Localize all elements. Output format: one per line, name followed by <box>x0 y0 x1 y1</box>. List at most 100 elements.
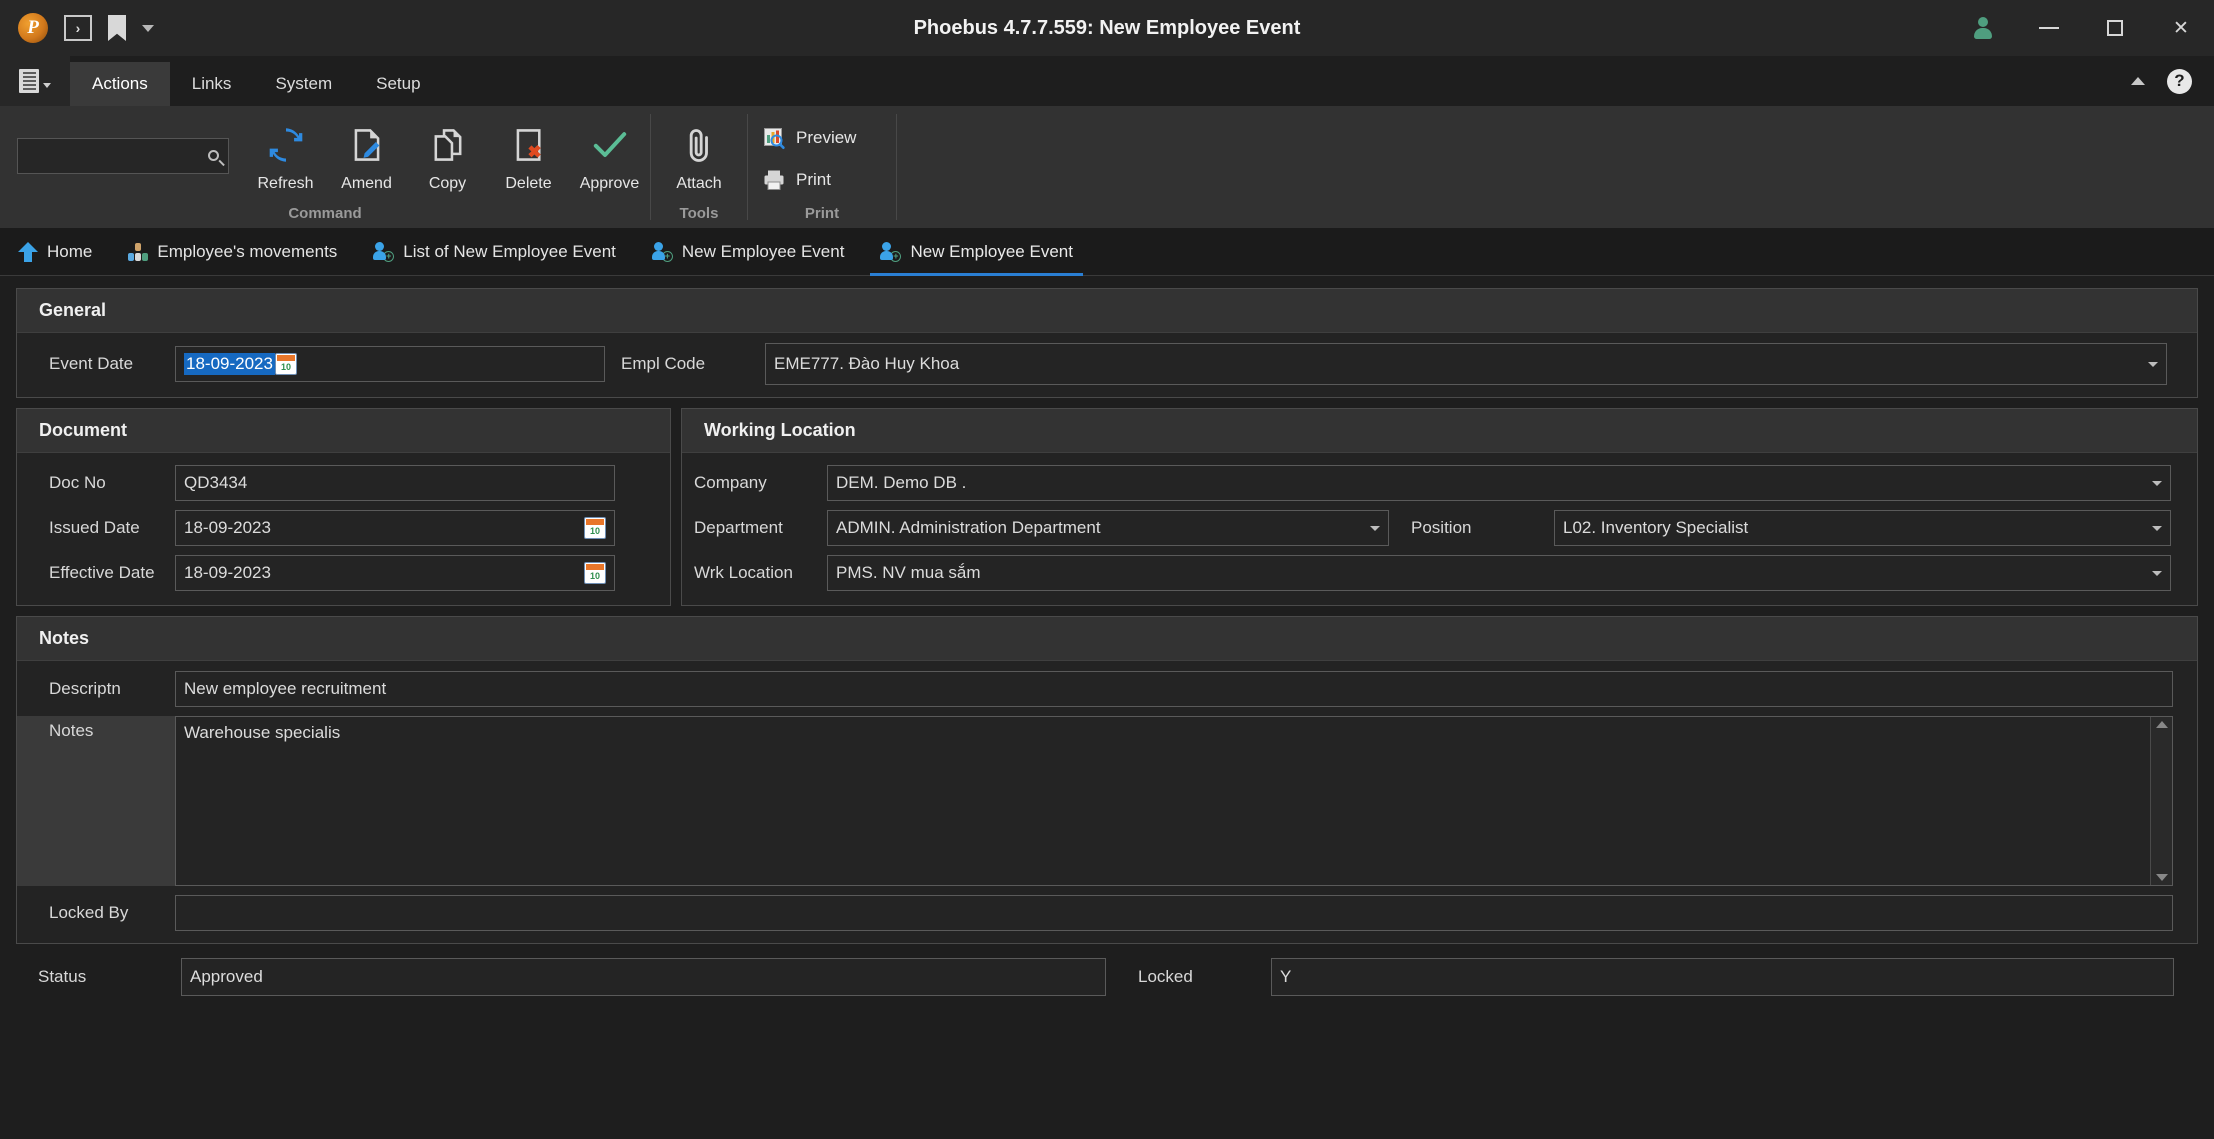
event-date-value: 18-09-2023 <box>184 353 275 375</box>
ribbon-group-print-label: Print <box>804 205 840 222</box>
panel-working-location-title: Working Location <box>682 409 2197 453</box>
position-label: Position <box>1411 518 1472 537</box>
chevron-down-icon[interactable] <box>2152 570 2162 576</box>
position-input[interactable]: L02. Inventory Specialist <box>1554 510 2171 546</box>
approve-button[interactable]: Approve <box>569 118 650 193</box>
refresh-icon <box>265 124 307 166</box>
department-value: ADMIN. Administration Department <box>836 518 1101 537</box>
tab-new-employee-event-1[interactable]: + New Employee Event <box>634 228 863 276</box>
descriptn-input[interactable]: New employee recruitment <box>175 671 2173 707</box>
title-bar: P › Phoebus 4.7.7.559: New Employee Even… <box>0 0 2214 56</box>
form-area: General Event Date 18-09-2023 Empl Code … <box>0 276 2214 1000</box>
effective-date-input[interactable]: 18-09-2023 <box>175 555 615 591</box>
status-input: Approved <box>181 958 1106 996</box>
minimize-icon <box>2039 27 2059 29</box>
panel-notes-title: Notes <box>17 617 2197 661</box>
scroll-down-icon[interactable] <box>2155 874 2168 881</box>
tab-home[interactable]: Home <box>0 228 110 276</box>
employee-add-icon: + <box>373 241 395 262</box>
preview-icon <box>764 127 785 149</box>
delete-button[interactable]: Delete <box>488 118 569 193</box>
print-icon <box>764 170 784 190</box>
status-value: Approved <box>190 967 263 986</box>
panel-general-title: General <box>17 289 2197 333</box>
attach-label: Attach <box>676 175 722 192</box>
copy-icon <box>427 124 469 166</box>
chevron-down-icon[interactable] <box>1370 525 1380 531</box>
notes-textarea[interactable] <box>176 717 2151 885</box>
attach-button[interactable]: Attach <box>651 118 747 193</box>
panel-working-location: Working Location Company DEM. Demo DB . … <box>681 408 2198 606</box>
event-date-input[interactable]: 18-09-2023 <box>175 346 605 382</box>
department-label: Department <box>694 518 783 537</box>
console-icon[interactable]: › <box>64 15 92 41</box>
window-title: Phoebus 4.7.7.559: New Employee Event <box>913 16 1301 39</box>
tab-home-label: Home <box>47 241 93 261</box>
ribbon-divider <box>896 114 897 220</box>
approve-label: Approve <box>579 175 640 192</box>
issued-date-label: Issued Date <box>49 518 140 537</box>
chevron-down-icon[interactable] <box>2152 480 2162 486</box>
chevron-up-icon[interactable] <box>2131 77 2145 85</box>
tab-list-of-new-employee-event[interactable]: + List of New Employee Event <box>355 228 634 276</box>
preview-button[interactable]: Preview <box>748 122 868 154</box>
empl-code-input[interactable]: EME777. Đào Huy Khoa <box>765 343 2167 385</box>
tab-new-employee-event-2[interactable]: + New Employee Event <box>862 228 1091 276</box>
issued-date-value: 18-09-2023 <box>184 518 271 537</box>
attach-icon <box>678 124 720 166</box>
notes-scrollbar[interactable] <box>2150 717 2172 885</box>
tab-employees-movements[interactable]: Employee's movements <box>110 228 355 276</box>
minimize-button[interactable] <box>2016 0 2082 56</box>
ribbon-group-command-label: Command <box>288 205 362 222</box>
maximize-button[interactable] <box>2082 0 2148 56</box>
event-date-label: Event Date <box>49 354 134 373</box>
menu-tab-system[interactable]: System <box>253 62 354 106</box>
company-input[interactable]: DEM. Demo DB . <box>827 465 2171 501</box>
application-menu-button[interactable] <box>0 56 70 106</box>
user-account-button[interactable] <box>1950 0 2016 56</box>
app-logo-icon: P <box>18 13 48 43</box>
department-input[interactable]: ADMIN. Administration Department <box>827 510 1389 546</box>
tab-employees-movements-label: Employee's movements <box>157 241 338 261</box>
empl-code-label: Empl Code <box>621 354 706 373</box>
copy-button[interactable]: Copy <box>407 118 488 193</box>
print-button[interactable]: Print <box>748 164 843 196</box>
locked-by-input[interactable] <box>175 895 2173 931</box>
issued-date-input[interactable]: 18-09-2023 <box>175 510 615 546</box>
refresh-button[interactable]: Refresh <box>245 118 326 193</box>
calendar-icon[interactable] <box>584 517 606 539</box>
chevron-down-icon[interactable] <box>2152 525 2162 531</box>
panel-document: Document Doc No QD3434 Issued Date 18-09… <box>16 408 671 606</box>
tab-new-employee-event-1-label: New Employee Event <box>681 241 845 261</box>
bookmark-icon[interactable] <box>108 15 126 41</box>
notes-label: Notes <box>17 716 175 886</box>
delete-label: Delete <box>505 175 552 192</box>
scroll-up-icon[interactable] <box>2155 721 2168 728</box>
copy-label: Copy <box>428 175 467 192</box>
chevron-down-icon[interactable] <box>2148 361 2158 367</box>
descriptn-label: Descriptn <box>49 679 121 698</box>
ribbon-group-tools: Attach Tools <box>651 106 747 228</box>
calendar-icon[interactable] <box>274 353 297 375</box>
menu-bar-right: ? <box>2131 56 2214 106</box>
doc-no-input[interactable]: QD3434 <box>175 465 615 501</box>
close-button[interactable]: ✕ <box>2148 0 2214 56</box>
quick-access-toolbar: P › <box>0 13 154 43</box>
locked-input: Y <box>1271 958 2174 996</box>
delete-icon <box>508 124 550 166</box>
wrk-location-input[interactable]: PMS. NV mua sắm <box>827 555 2171 591</box>
menu-tab-setup[interactable]: Setup <box>354 62 442 106</box>
search-icon <box>205 147 222 164</box>
qat-dropdown-icon[interactable] <box>142 24 154 32</box>
help-icon[interactable]: ? <box>2167 68 2192 94</box>
menu-tab-links[interactable]: Links <box>170 62 254 106</box>
amend-button[interactable]: Amend <box>326 118 407 193</box>
user-icon <box>1974 17 1992 39</box>
calendar-icon[interactable] <box>584 562 606 584</box>
window-controls: ✕ <box>1950 0 2214 56</box>
panel-document-title: Document <box>17 409 670 453</box>
menu-tab-actions[interactable]: Actions <box>70 62 170 106</box>
empl-code-value: EME777. Đào Huy Khoa <box>774 354 960 373</box>
effective-date-label: Effective Date <box>49 563 155 582</box>
search-input[interactable] <box>17 137 229 174</box>
